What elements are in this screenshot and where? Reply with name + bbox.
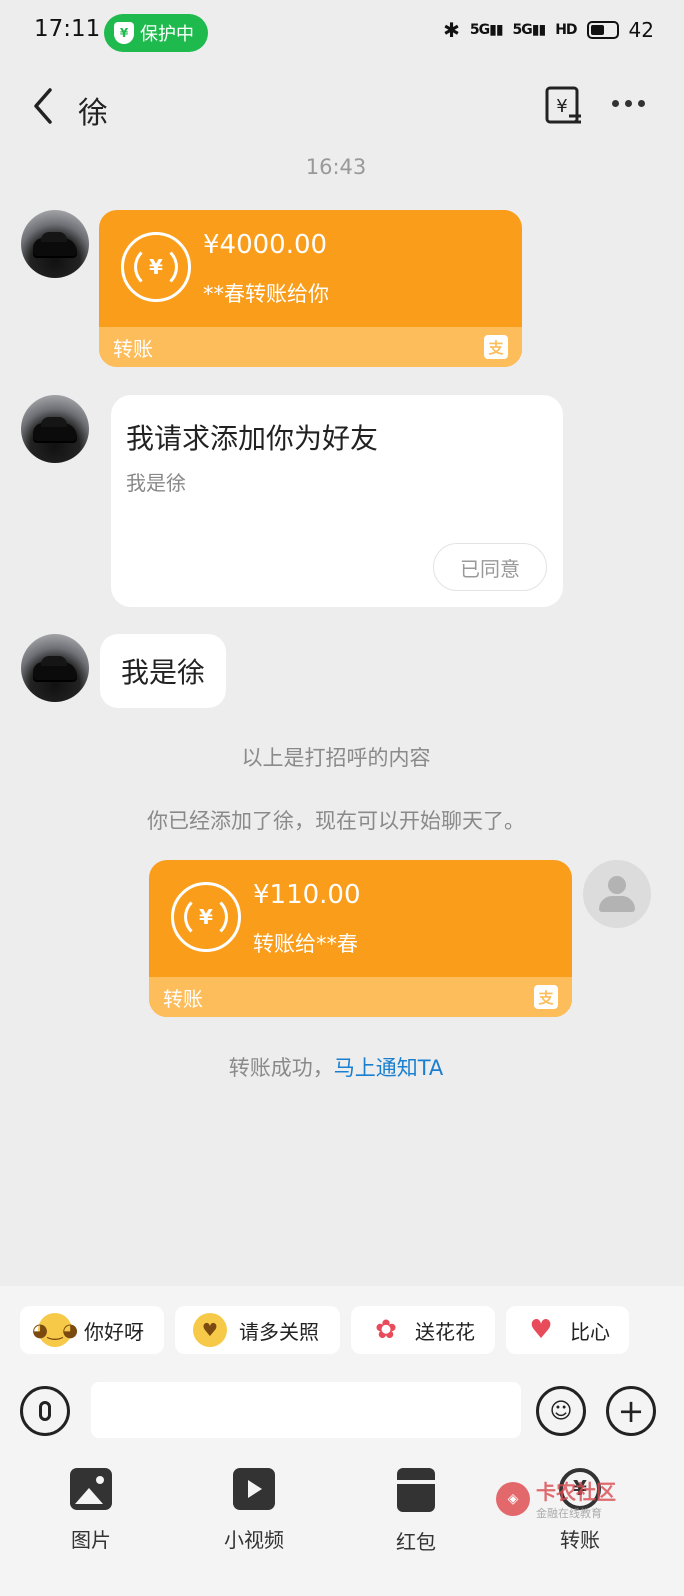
tool-photo[interactable]: 图片 bbox=[36, 1468, 146, 1553]
quick-reply-take-care[interactable]: ♥ 请多关照 bbox=[175, 1306, 340, 1354]
notify-link[interactable]: 马上通知TA bbox=[334, 1056, 444, 1080]
status-time: 17:11 bbox=[34, 16, 101, 42]
message-input[interactable] bbox=[91, 1382, 521, 1438]
more-options-icon[interactable] bbox=[612, 100, 645, 107]
watermark-logo-icon: ◈ bbox=[496, 1481, 530, 1516]
tool-video[interactable]: 小视频 bbox=[199, 1468, 309, 1553]
red-packet-icon bbox=[397, 1468, 435, 1512]
protection-badge[interactable]: ¥ 保护中 bbox=[104, 14, 208, 52]
friend-request-title: 我请求添加你为好友 bbox=[126, 422, 379, 455]
my-avatar[interactable] bbox=[583, 860, 651, 928]
contact-avatar[interactable] bbox=[21, 634, 89, 702]
battery-level: 42 bbox=[628, 18, 654, 42]
flower-icon: ✿ bbox=[375, 1315, 397, 1345]
transfer-status-text: 转账成功， bbox=[228, 1056, 334, 1080]
back-icon[interactable] bbox=[30, 86, 60, 126]
transfer-card-outgoing[interactable]: ¥ ¥110.00 转账给**春 转账 支 bbox=[149, 860, 572, 1017]
transfer-label: 转账 bbox=[163, 986, 203, 1011]
agreed-button[interactable]: 已同意 bbox=[433, 543, 547, 591]
more-actions-button[interactable]: + bbox=[606, 1386, 656, 1436]
transfer-amount: ¥110.00 bbox=[253, 880, 361, 910]
voice-input-button[interactable] bbox=[20, 1386, 70, 1436]
friend-request-card: 我请求添加你为好友 我是徐 已同意 bbox=[111, 395, 563, 607]
chat-title: 徐 bbox=[78, 96, 108, 131]
friend-request-message: 我是徐 bbox=[126, 471, 186, 495]
transfer-record-icon[interactable]: ¥ bbox=[545, 86, 583, 126]
emoji-button[interactable]: ☺ bbox=[536, 1386, 586, 1436]
transfer-label: 转账 bbox=[113, 336, 153, 361]
svg-text:¥: ¥ bbox=[556, 96, 567, 117]
transfer-description: 转账给**春 bbox=[253, 932, 358, 956]
video-icon bbox=[233, 1468, 275, 1510]
time-separator: 16:43 bbox=[305, 155, 367, 179]
watermark-sub: 金融在线教育 bbox=[536, 1507, 602, 1520]
bluetooth-icon: ✱ bbox=[443, 18, 460, 42]
signal-icon-1: 5G▮▮ bbox=[469, 22, 504, 38]
watermark: ◈ 卡农社区 金融在线教育 bbox=[496, 1476, 616, 1521]
shield-icon: ¥ bbox=[114, 22, 134, 44]
transfer-card-incoming[interactable]: ¥ ¥4000.00 **春转账给你 转账 支 bbox=[99, 210, 522, 367]
transfer-success-note: 转账成功，马上通知TA bbox=[0, 1052, 672, 1082]
finger-heart-icon: ♥ bbox=[529, 1315, 553, 1345]
signal-icon-2: 5G▮▮ bbox=[512, 22, 547, 38]
transfer-amount: ¥4000.00 bbox=[203, 230, 328, 260]
alipay-icon: 支 bbox=[484, 335, 508, 359]
smile-emoji-icon: ◕‿◕ bbox=[32, 1313, 78, 1347]
hug-emoji-icon: ♥ bbox=[193, 1313, 227, 1347]
hd-icon: HD bbox=[555, 22, 577, 38]
status-icons: ✱ 5G▮▮ 5G▮▮ HD 42 bbox=[443, 18, 654, 42]
tool-red-packet[interactable]: 红包 bbox=[361, 1468, 471, 1555]
transfer-coin-icon: ¥ bbox=[171, 882, 241, 952]
system-added-note: 你已经添加了徐，现在可以开始聊天了。 bbox=[147, 809, 525, 833]
system-greeting-note: 以上是打招呼的内容 bbox=[241, 746, 431, 770]
transfer-description: **春转账给你 bbox=[203, 282, 329, 306]
contact-avatar[interactable] bbox=[21, 395, 89, 463]
photo-icon bbox=[70, 1468, 112, 1510]
transfer-coin-icon: ¥ bbox=[121, 232, 191, 302]
battery-icon bbox=[586, 21, 619, 39]
quick-reply-flower[interactable]: ✿ 送花花 bbox=[351, 1306, 495, 1354]
protection-label: 保护中 bbox=[140, 24, 194, 45]
quick-reply-hello[interactable]: ◕‿◕ 你好呀 bbox=[20, 1306, 164, 1354]
watermark-brand: 卡农社区 bbox=[536, 1480, 616, 1504]
text-message-bubble[interactable]: 我是徐 bbox=[100, 634, 227, 708]
alipay-icon: 支 bbox=[534, 985, 558, 1009]
contact-avatar[interactable] bbox=[21, 210, 89, 278]
microphone-icon bbox=[39, 1401, 51, 1421]
quick-reply-finger-heart[interactable]: ♥ 比心 bbox=[506, 1306, 629, 1354]
